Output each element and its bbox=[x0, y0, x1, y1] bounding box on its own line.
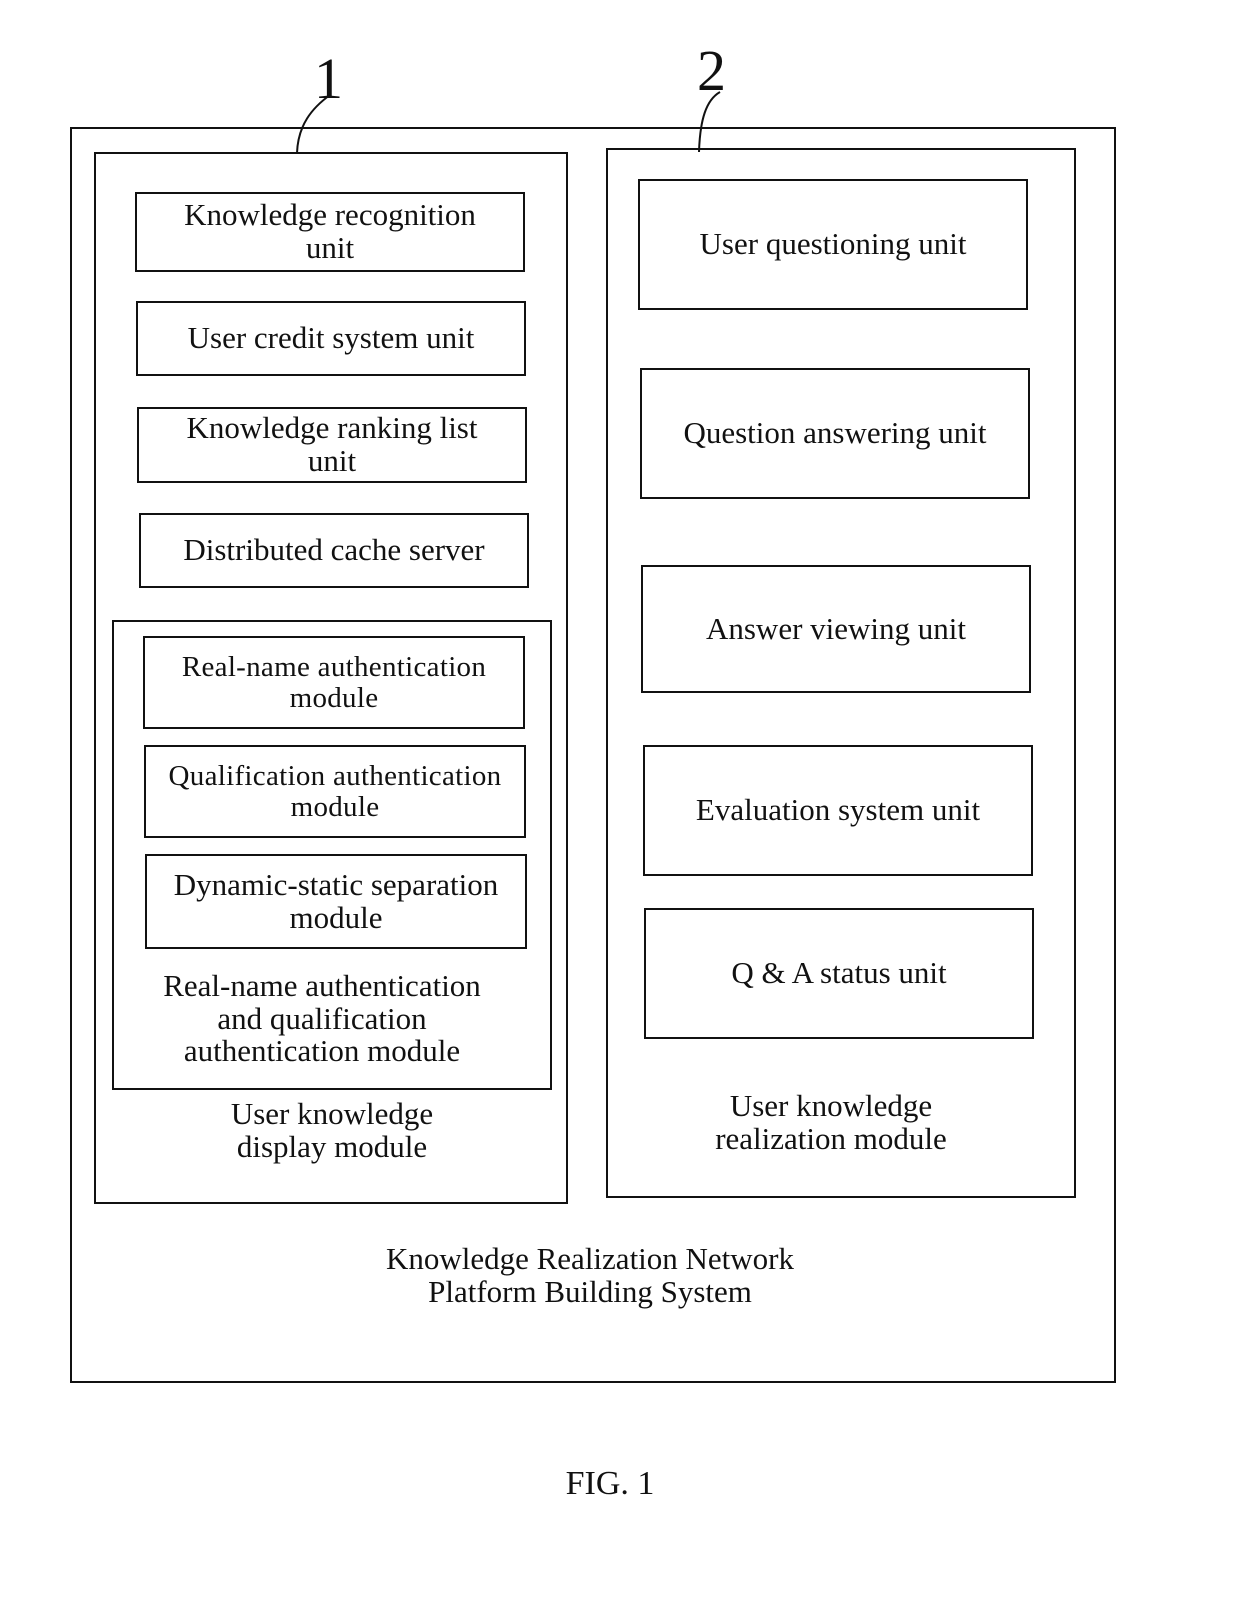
user-credit-system-unit: User credit system unit bbox=[136, 301, 526, 376]
answer-viewing-unit: Answer viewing unit bbox=[641, 565, 1031, 693]
auth-group-label: Real-name authentication and qualificati… bbox=[163, 968, 481, 1069]
question-answering-unit: Question answering unit bbox=[640, 368, 1030, 499]
user-questioning-unit: User questioning unit bbox=[638, 179, 1028, 310]
distributed-cache-server: Distributed cache server bbox=[139, 513, 529, 588]
real-name-authentication-module: Real-name authentication module bbox=[143, 636, 525, 729]
qa-status-unit: Q & A status unit bbox=[644, 908, 1034, 1039]
knowledge-ranking-list-unit: Knowledge ranking list unit bbox=[137, 407, 527, 483]
qualification-authentication-module: Qualification authentication module bbox=[144, 745, 526, 838]
evaluation-system-unit: Evaluation system unit bbox=[643, 745, 1033, 876]
figure-caption: FIG. 1 bbox=[565, 1465, 655, 1502]
knowledge-recognition-unit: Knowledge recognition unit bbox=[135, 192, 525, 272]
dynamic-static-separation-module: Dynamic-static separation module bbox=[145, 854, 527, 949]
system-label: Knowledge Realization Network Platform B… bbox=[385, 1241, 795, 1309]
user-knowledge-display-module-label: User knowledge display module bbox=[230, 1096, 434, 1164]
user-knowledge-realization-module-label: User knowledge realization module bbox=[715, 1088, 947, 1156]
